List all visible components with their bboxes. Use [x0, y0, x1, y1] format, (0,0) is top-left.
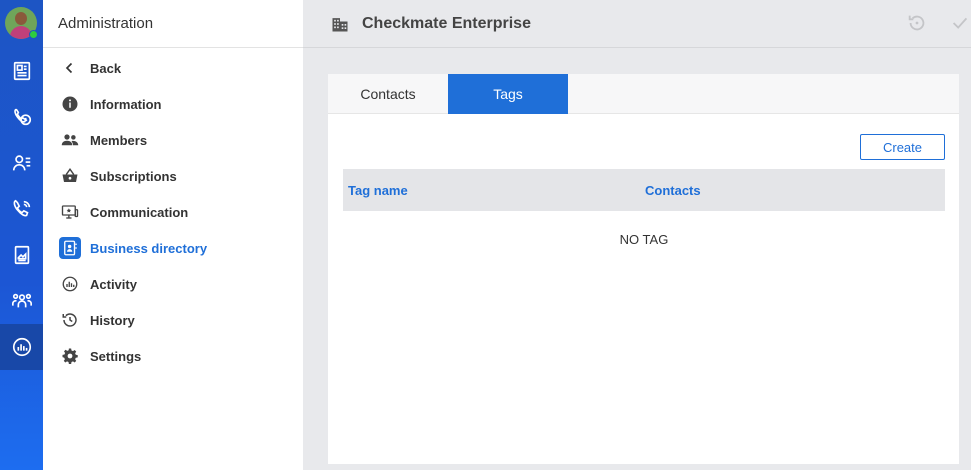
people-icon: [59, 129, 81, 151]
sidebar-item-back[interactable]: Back: [43, 50, 303, 86]
sidebar-item-label: Settings: [90, 348, 142, 364]
app-rail: [0, 0, 43, 470]
analytics-icon[interactable]: [0, 324, 43, 370]
info-icon: [59, 93, 81, 115]
chevron-left-icon: [59, 57, 81, 79]
contact-book-icon: [59, 237, 81, 259]
empty-state-text: NO TAG: [619, 232, 669, 247]
sidebar-item-label: Members: [90, 132, 148, 148]
monitor-star-icon: [59, 201, 81, 223]
revert-icon[interactable]: [906, 12, 928, 34]
create-button[interactable]: Create: [860, 134, 945, 160]
sidebar-item-label: Information: [90, 96, 162, 112]
sidebar-item-label: Communication: [90, 204, 189, 220]
tab-tags[interactable]: Tags: [448, 74, 568, 114]
sidebar-item-history[interactable]: History: [43, 302, 303, 338]
header-bar: Checkmate Enterprise: [303, 0, 971, 48]
sidebar-item-information[interactable]: Information: [43, 86, 303, 122]
group-icon[interactable]: [0, 278, 43, 324]
sidebar-item-label: History: [90, 312, 135, 328]
column-header-contacts[interactable]: Contacts: [645, 183, 701, 198]
history-icon: [59, 309, 81, 331]
sidebar-item-business-directory[interactable]: Business directory: [43, 230, 303, 266]
contacts-icon[interactable]: [0, 140, 43, 186]
content-card: Contacts Tags Create Tag name Contacts N…: [328, 74, 959, 464]
column-header-tag-name[interactable]: Tag name: [348, 183, 408, 198]
image-card-icon[interactable]: [0, 232, 43, 278]
tab-contacts[interactable]: Contacts: [328, 74, 448, 114]
newspaper-icon[interactable]: [0, 48, 43, 94]
sidebar-item-label: Activity: [90, 276, 137, 292]
page-title: Checkmate Enterprise: [362, 14, 531, 32]
check-icon[interactable]: [949, 12, 971, 34]
sidebar-item-subscriptions[interactable]: Subscriptions: [43, 158, 303, 194]
sidebar-item-communication[interactable]: Communication: [43, 194, 303, 230]
sidebar-menu: Back Information Members Subscriptions C…: [43, 48, 303, 374]
sidebar-item-activity[interactable]: Activity: [43, 266, 303, 302]
sidebar-item-label: Business directory: [90, 240, 208, 256]
sidebar-item-settings[interactable]: Settings: [43, 338, 303, 374]
sidebar-item-label: Subscriptions: [90, 168, 177, 184]
activity-icon: [59, 273, 81, 295]
table-header: Tag name Contacts: [343, 169, 945, 211]
basket-icon: [59, 165, 81, 187]
presence-indicator: [29, 30, 38, 39]
phone-clock-icon[interactable]: [0, 94, 43, 140]
phone-call-icon[interactable]: [0, 186, 43, 232]
sidebar-item-members[interactable]: Members: [43, 122, 303, 158]
sidebar-title: Administration: [43, 0, 303, 48]
tab-bar: Contacts Tags: [328, 74, 959, 114]
sidebar: Administration Back Information Members …: [43, 0, 303, 470]
gear-icon: [59, 345, 81, 367]
sidebar-item-label: Back: [90, 60, 122, 76]
building-icon: [332, 17, 348, 31]
